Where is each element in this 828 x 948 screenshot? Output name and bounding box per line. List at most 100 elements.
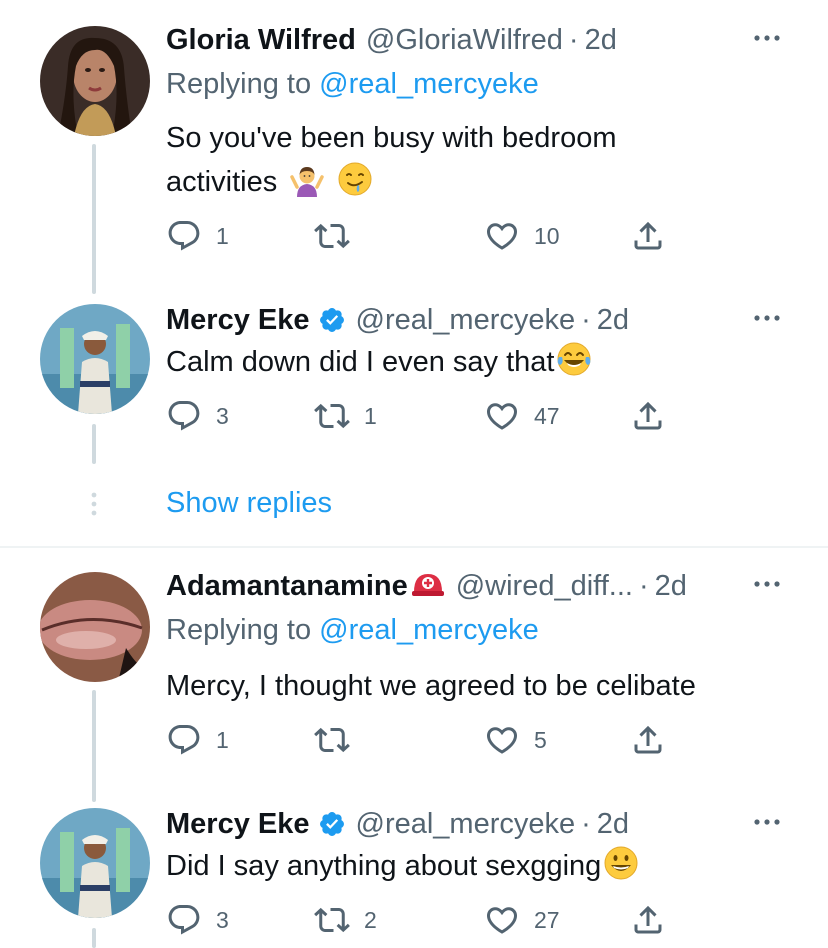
tweet-text: So you've been busy with bedroom activit… [166, 116, 766, 204]
tweet-actions: 3 1 47 [166, 396, 686, 436]
verified-badge-icon [318, 306, 346, 334]
reply-button[interactable]: 3 [166, 396, 229, 436]
display-name[interactable]: Gloria Wilfred [166, 24, 356, 57]
drooling-face-emoji [338, 162, 372, 196]
share-icon [630, 398, 666, 434]
like-button[interactable]: 27 [484, 900, 560, 940]
replying-to: Replying to @real_mercyeke [166, 68, 539, 101]
more-options-icon[interactable] [750, 574, 784, 594]
reply-count: 1 [216, 222, 229, 249]
tweet-gloria-wilfred[interactable]: Gloria Wilfred @GloriaWilfred · 2d Reply… [0, 20, 828, 294]
like-count: 10 [534, 222, 560, 249]
retweet-icon [314, 722, 350, 758]
tweet-actions: 1 10 [166, 216, 686, 256]
retweet-button[interactable]: 2 [314, 900, 377, 940]
more-options-icon[interactable] [750, 812, 784, 832]
user-handle[interactable]: @real_mercyeke [356, 304, 576, 337]
heart-icon [484, 218, 520, 254]
reply-icon [166, 722, 202, 758]
retweet-button[interactable] [314, 216, 364, 256]
more-options-icon[interactable] [750, 308, 784, 328]
user-handle[interactable]: @wired_diff... [456, 570, 633, 603]
tweet-actions: 1 5 [166, 720, 686, 760]
tweet-header: Gloria Wilfred @GloriaWilfred · 2d [166, 20, 617, 60]
thread-line [92, 928, 96, 948]
share-icon [630, 218, 666, 254]
display-name[interactable]: Mercy Eke [166, 808, 310, 841]
tweet-text-line: Did I say anything about sexgging [166, 850, 602, 882]
tweet-mercy-eke-2[interactable]: Mercy Eke @real_mercyeke · 2d Did I say … [0, 804, 828, 948]
retweet-icon [314, 398, 350, 434]
separator-dot: · [581, 303, 591, 336]
mention-link[interactable]: @real_mercyeke [319, 68, 539, 100]
tweet-text-line: Calm down did I even say that [166, 346, 555, 378]
reply-count: 3 [216, 402, 229, 429]
reply-count: 1 [216, 726, 229, 753]
avatar[interactable] [40, 808, 150, 918]
share-button[interactable] [630, 900, 666, 940]
user-handle[interactable]: @GloriaWilfred [366, 24, 563, 57]
replying-to-prefix: Replying to [166, 68, 312, 100]
retweet-count: 2 [364, 906, 377, 933]
like-button[interactable]: 10 [484, 216, 560, 256]
thread-line [92, 424, 96, 464]
user-handle[interactable]: @real_mercyeke [356, 808, 576, 841]
timestamp[interactable]: 2d [655, 570, 687, 603]
display-name[interactable]: Adamantanamine [166, 570, 408, 603]
separator-dot: · [568, 23, 579, 56]
reply-icon [166, 218, 202, 254]
like-count: 5 [534, 726, 547, 753]
retweet-button[interactable] [314, 720, 364, 760]
avatar[interactable] [40, 304, 150, 414]
thread-line [92, 144, 96, 294]
more-options-icon[interactable] [750, 28, 784, 48]
mention-link[interactable]: @real_mercyeke [319, 614, 539, 646]
separator-dot: · [581, 807, 591, 840]
timestamp[interactable]: 2d [597, 808, 629, 841]
tweet-mercy-eke[interactable]: Mercy Eke @real_mercyeke · 2d Calm down … [0, 300, 828, 470]
reply-button[interactable]: 3 [166, 900, 229, 940]
tweet-header: Mercy Eke @real_mercyeke · 2d [166, 804, 629, 844]
like-count: 47 [534, 402, 560, 429]
reply-button[interactable]: 1 [166, 216, 229, 256]
show-replies-link[interactable]: Show replies [166, 487, 332, 520]
tweet-text-line: activities [166, 166, 278, 198]
share-icon [630, 722, 666, 758]
avatar[interactable] [40, 26, 150, 136]
tweet-text: Mercy, I thought we agreed to be celibat… [166, 664, 766, 708]
heart-icon [484, 722, 520, 758]
retweet-icon [314, 902, 350, 938]
like-count: 27 [534, 906, 560, 933]
like-button[interactable]: 5 [484, 720, 547, 760]
share-button[interactable] [630, 720, 666, 760]
retweet-icon [314, 218, 350, 254]
rescue-helmet-emoji [411, 574, 444, 596]
tweet-header: Adamantanamine @wired_diff... · 2d [166, 566, 687, 606]
share-icon [630, 902, 666, 938]
heart-icon [484, 902, 520, 938]
share-button[interactable] [630, 396, 666, 436]
timestamp[interactable]: 2d [585, 24, 617, 57]
reply-icon [166, 398, 202, 434]
avatar[interactable] [40, 572, 150, 682]
timestamp[interactable]: 2d [597, 304, 629, 337]
tweet-actions: 3 2 27 [166, 900, 686, 940]
share-button[interactable] [630, 216, 666, 256]
tweet-text-line: Mercy, I thought we agreed to be celibat… [166, 670, 696, 702]
retweet-button[interactable]: 1 [314, 396, 377, 436]
tweet-text-line: So you've been busy with bedroom [166, 122, 617, 154]
tweet-text: Did I say anything about sexgging [166, 844, 766, 888]
replying-to: Replying to @real_mercyeke [166, 614, 539, 647]
verified-badge-icon [318, 810, 346, 838]
heart-icon [484, 398, 520, 434]
separator-dot: · [638, 569, 649, 602]
like-button[interactable]: 47 [484, 396, 560, 436]
tears-of-joy-emoji [557, 342, 591, 376]
display-name[interactable]: Mercy Eke [166, 304, 310, 337]
reply-button[interactable]: 1 [166, 720, 229, 760]
more-replies-dots-icon [91, 492, 97, 516]
reply-count: 3 [216, 906, 229, 933]
divider [0, 546, 828, 548]
tweet-adamantanamine[interactable]: Adamantanamine @wired_diff... · 2d Reply… [0, 566, 828, 806]
grinning-face-emoji [604, 846, 638, 880]
